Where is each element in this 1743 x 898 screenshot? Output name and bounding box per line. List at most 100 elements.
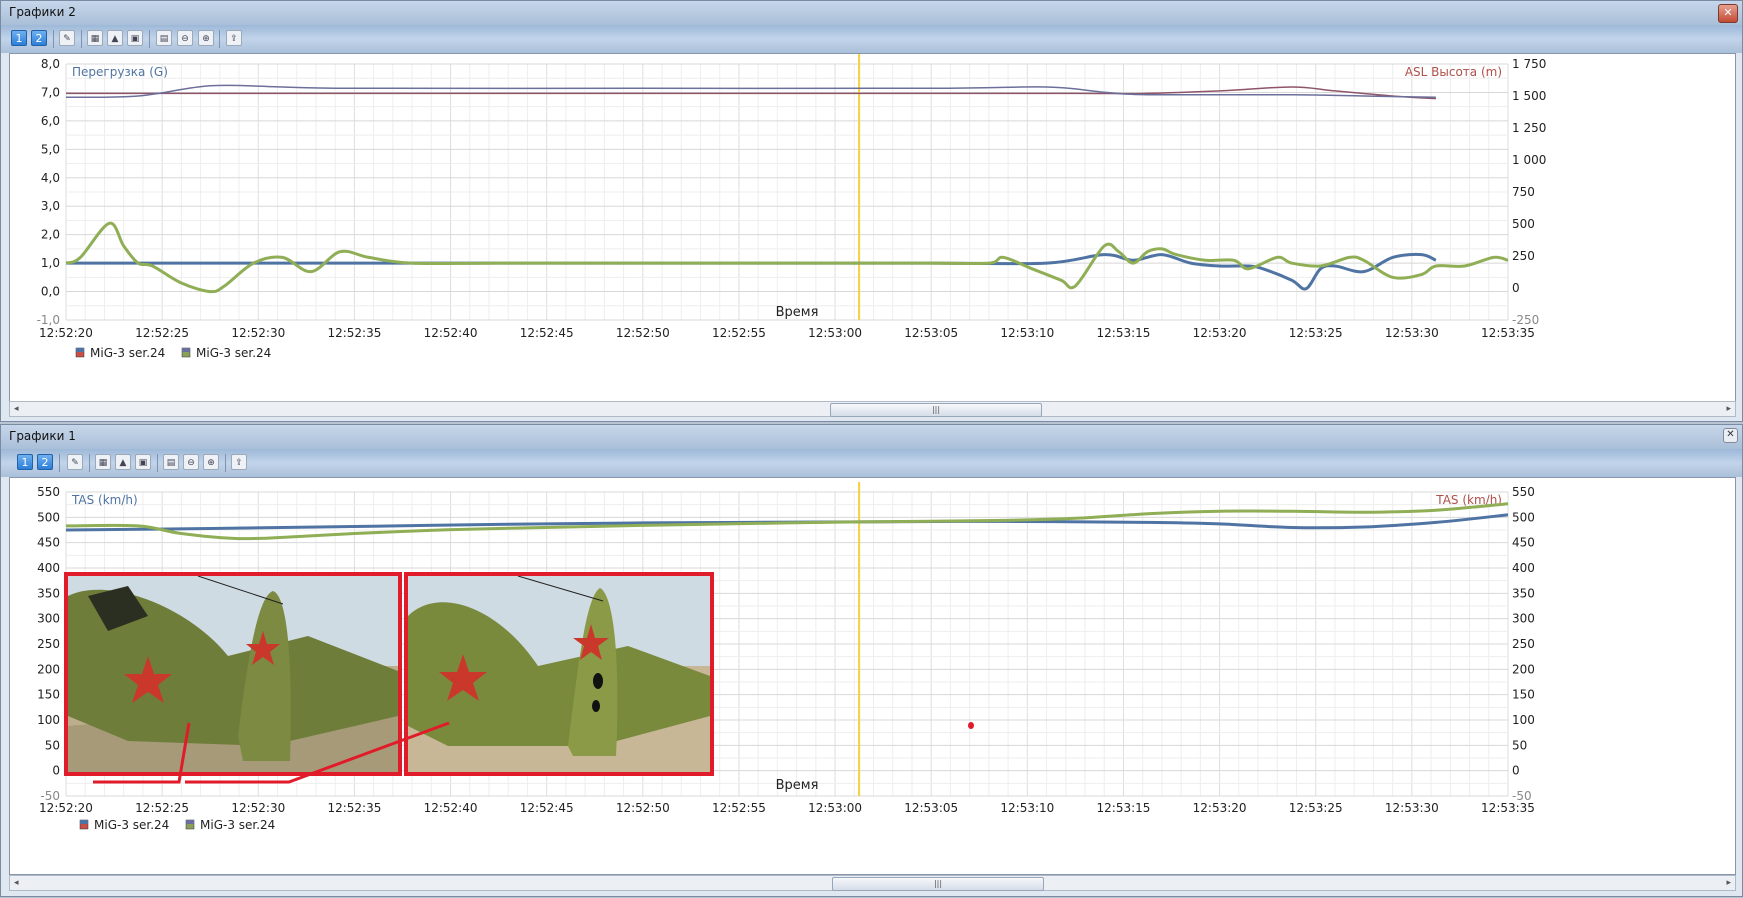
window-titlebar[interactable]: Графики 2 ✕ — [1, 1, 1742, 25]
y-tick-label-right: 300 — [1512, 612, 1535, 626]
zoom-out-icon[interactable]: ⊖ — [183, 454, 199, 470]
g-load-altitude-chart: 8,0 7,0 6,0 5,0 4,0 3,0 2,0 1,0 0,0 -1,0 1 750 1 50… — [37, 54, 1546, 360]
y-tick-label-right: 250 — [1512, 637, 1535, 651]
y-tick-label-left: 50 — [45, 738, 60, 752]
edit-pencil-icon[interactable]: ✎ — [67, 454, 83, 470]
x-tick-label: 12:53:00 — [808, 326, 862, 340]
chart-add-icon[interactable]: ▦ — [95, 454, 111, 470]
x-tick-label: 12:52:40 — [424, 326, 478, 340]
x-tick-label: 12:53:35 — [1481, 801, 1535, 815]
chart-toolbar: 1 2 ✎ ▦ ▲ ▣ ▤ ⊖ ⊕ ⇪ — [1, 25, 1742, 53]
y-tick-label-left: 400 — [37, 561, 60, 575]
legend-swatch-top — [76, 348, 84, 352]
x-tick-label: 12:52:45 — [520, 801, 574, 815]
x-tick-label: 12:52:55 — [712, 801, 766, 815]
chart-up-icon[interactable]: ▲ — [115, 454, 131, 470]
x-tick-label: 12:53:25 — [1289, 326, 1343, 340]
chart2-toggle-button[interactable]: 2 — [37, 454, 53, 470]
toolbar-separator — [149, 30, 150, 48]
y-tick-label-left: 550 — [37, 485, 60, 499]
y-tick-label-left: 3,0 — [41, 199, 60, 213]
scroll-left-icon[interactable]: ◂ — [14, 876, 19, 890]
y-tick-label-right: 100 — [1512, 713, 1535, 727]
aircraft-image-damaged — [404, 572, 714, 776]
y-tick-label-right: 150 — [1512, 688, 1535, 702]
window-titlebar[interactable]: Графики 1 ✕ — [1, 425, 1742, 449]
window-title: Графики 2 — [9, 5, 76, 19]
legend-label: MiG-3 ser.24 — [94, 818, 169, 832]
x-tick-label: 12:53:20 — [1193, 801, 1247, 815]
legend-label: MiG-3 ser.24 — [196, 346, 271, 360]
y-tick-label-left: -1,0 — [37, 313, 60, 327]
x-tick-label: 12:52:30 — [231, 801, 285, 815]
y-tick-label-left: 5,0 — [41, 142, 60, 156]
scroll-thumb[interactable]: ||| — [830, 403, 1042, 417]
y-tick-label-right: 250 — [1512, 249, 1535, 263]
y-tick-label-right: 750 — [1512, 185, 1535, 199]
scroll-left-icon[interactable]: ◂ — [14, 402, 19, 416]
horizontal-scrollbar[interactable]: ◂ ||| ▸ — [9, 875, 1736, 891]
zoom-out-icon[interactable]: ⊖ — [177, 30, 193, 46]
y-tick-label-right: 50 — [1512, 738, 1527, 752]
edit-pencil-icon[interactable]: ✎ — [59, 30, 75, 46]
x-tick-label: 12:53:10 — [1000, 326, 1054, 340]
x-tick-label: 12:53:25 — [1289, 801, 1343, 815]
legend-item: MiG-3 ser.24 — [75, 346, 165, 360]
chart-settings-icon[interactable]: ▣ — [127, 30, 143, 46]
y-tick-label-left: 7,0 — [41, 85, 60, 99]
plot-area[interactable]: 550 500 450 400 350 300 250 200 150 100 50 0 -50 550 5… — [9, 477, 1736, 875]
y-tick-label-right: 1 000 — [1512, 153, 1546, 167]
y-tick-label-right: 400 — [1512, 561, 1535, 575]
x-tick-label: 12:53:15 — [1097, 326, 1151, 340]
scroll-thumb[interactable]: ||| — [832, 877, 1044, 891]
toolbar-separator — [81, 30, 82, 48]
y-tick-label-right: -250 — [1512, 313, 1539, 327]
y-tick-label-right: 500 — [1512, 217, 1535, 231]
y-tick-label-right: 1 750 — [1512, 57, 1546, 71]
x-tick-label: 12:52:25 — [135, 801, 189, 815]
y-tick-label-left: 350 — [37, 586, 60, 600]
x-tick-label: 12:52:25 — [135, 326, 189, 340]
y-tick-label-right: 1 500 — [1512, 89, 1546, 103]
close-button[interactable]: ✕ — [1718, 4, 1738, 23]
y-tick-label-left: 0,0 — [41, 285, 60, 299]
page-icon[interactable]: ▤ — [163, 454, 179, 470]
x-axis-label: Время — [776, 778, 819, 793]
aircraft-tail-illustration — [68, 576, 398, 772]
scroll-right-icon[interactable]: ▸ — [1726, 402, 1731, 416]
y-tick-label-left: 150 — [37, 688, 60, 702]
horizontal-scrollbar[interactable]: ◂ ||| ▸ — [9, 401, 1736, 417]
export-icon[interactable]: ⇪ — [231, 454, 247, 470]
series-line-3 — [65, 84, 1436, 99]
scroll-right-icon[interactable]: ▸ — [1726, 876, 1731, 890]
close-button[interactable]: ✕ — [1723, 428, 1738, 443]
chart-up-icon[interactable]: ▲ — [107, 30, 123, 46]
x-tick-label: 12:52:20 — [39, 326, 93, 340]
y-tick-label-left: 6,0 — [41, 114, 60, 128]
zoom-in-icon[interactable]: ⊕ — [198, 30, 214, 46]
window-title: Графики 1 — [9, 429, 76, 443]
y-tick-label-left: 500 — [37, 510, 60, 524]
page-icon[interactable]: ▤ — [156, 30, 172, 46]
y-tick-label-right: 0 — [1512, 281, 1520, 295]
x-tick-label: 12:53:05 — [904, 801, 958, 815]
y-tick-label-left: 4,0 — [41, 171, 60, 185]
y-tick-label-right: 200 — [1512, 662, 1535, 676]
y-tick-label-left: 2,0 — [41, 228, 60, 242]
chart2-toggle-button[interactable]: 2 — [31, 30, 47, 46]
x-tick-label: 12:53:00 — [808, 801, 862, 815]
chart-add-icon[interactable]: ▦ — [87, 30, 103, 46]
y-tick-label-left: 250 — [37, 637, 60, 651]
export-icon[interactable]: ⇪ — [226, 30, 242, 46]
x-tick-label: 12:53:30 — [1385, 801, 1439, 815]
x-tick-label: 12:52:55 — [712, 326, 766, 340]
plot-area[interactable]: 8,0 7,0 6,0 5,0 4,0 3,0 2,0 1,0 0,0 -1,0 1 750 1 50… — [9, 53, 1736, 403]
chart1-toggle-button[interactable]: 1 — [17, 454, 33, 470]
x-tick-label: 12:52:30 — [231, 326, 285, 340]
chart1-toggle-button[interactable]: 1 — [11, 30, 27, 46]
left-axis-label: Перегрузка (G) — [72, 65, 168, 79]
y-tick-label-left: 450 — [37, 536, 60, 550]
chart-settings-icon[interactable]: ▣ — [135, 454, 151, 470]
zoom-in-icon[interactable]: ⊕ — [203, 454, 219, 470]
x-tick-label: 12:52:50 — [616, 801, 670, 815]
